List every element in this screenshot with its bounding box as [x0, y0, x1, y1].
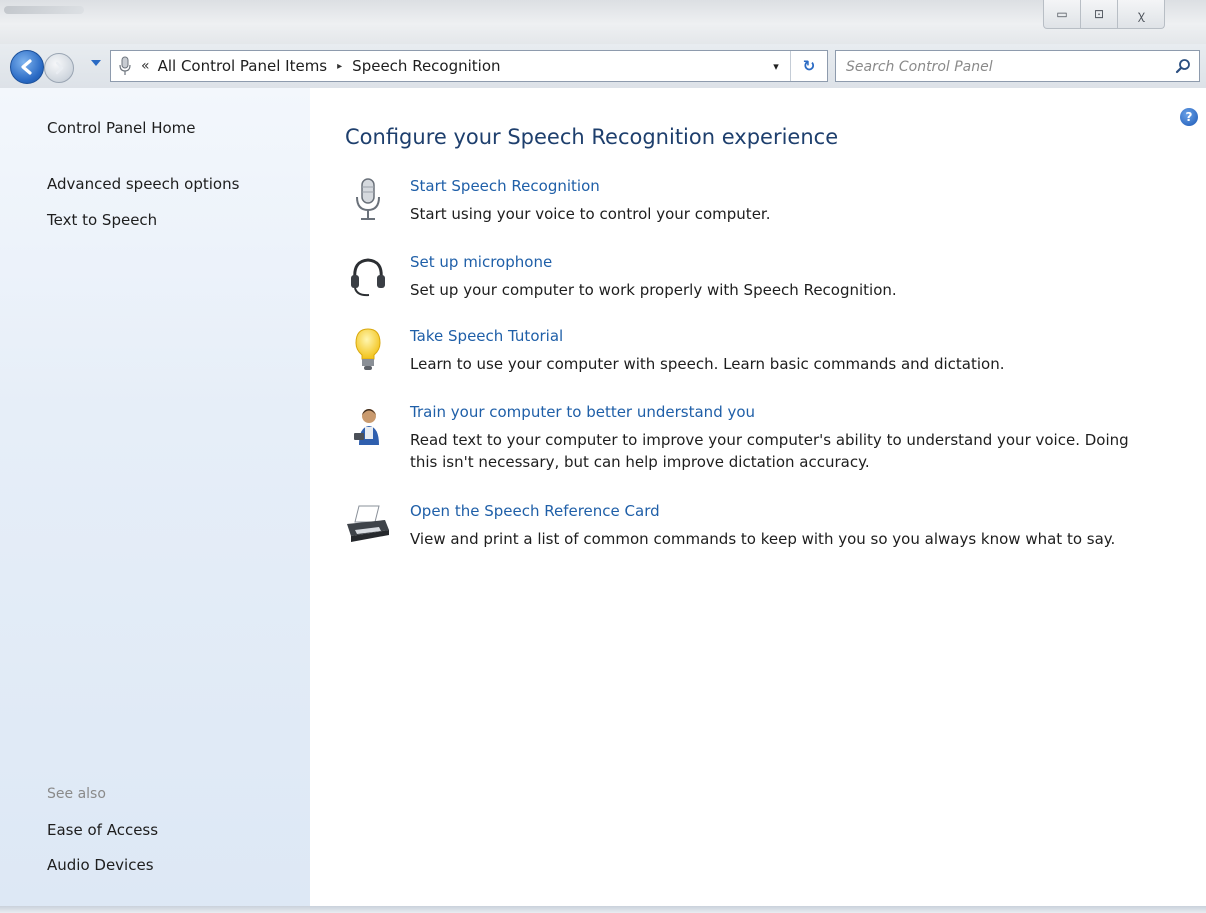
train-your-computer-link[interactable]: Train your computer to better understand…	[410, 403, 755, 421]
minimize-icon: ▭	[1056, 7, 1068, 21]
search-icon	[1175, 59, 1190, 74]
refresh-button[interactable]: ↻	[790, 51, 827, 81]
back-button[interactable]	[10, 50, 44, 84]
sidebar-link-text-to-speech[interactable]: Text to Speech	[47, 211, 157, 229]
recent-pages-dropdown[interactable]	[91, 58, 101, 68]
headset-icon	[345, 253, 391, 299]
address-dropdown-button[interactable]: ▾	[763, 51, 789, 81]
minimize-button[interactable]: ▭	[1043, 0, 1081, 29]
chevron-down-icon: ▾	[773, 59, 779, 73]
start-speech-recognition-link[interactable]: Start Speech Recognition	[410, 177, 600, 195]
open-speech-reference-card-link[interactable]: Open the Speech Reference Card	[410, 502, 660, 520]
sidebar-link-audio-devices[interactable]: Audio Devices	[47, 856, 154, 874]
window-bottom-border	[0, 906, 1206, 913]
help-icon: ?	[1185, 110, 1193, 124]
see-also-heading: See also	[47, 786, 106, 802]
task-description: Read text to your computer to improve yo…	[410, 431, 1129, 471]
search-box[interactable]	[835, 50, 1200, 82]
forward-arrow-icon	[55, 61, 64, 75]
microphone-icon	[111, 51, 139, 81]
sidebar-link-ease-of-access[interactable]: Ease of Access	[47, 821, 158, 839]
printer-icon	[345, 502, 391, 548]
breadcrumb-speech-recognition[interactable]: Speech Recognition	[352, 57, 500, 75]
search-button[interactable]	[1171, 55, 1195, 77]
maximize-button[interactable]: ⊡	[1080, 0, 1118, 29]
microphone-icon	[345, 177, 391, 223]
task-description: Learn to use your computer with speech. …	[410, 355, 1005, 373]
refresh-icon: ↻	[802, 57, 816, 75]
close-icon: ꭓ	[1137, 7, 1145, 22]
lightbulb-icon	[345, 327, 391, 373]
sidebar: Control Panel Home Advanced speech optio…	[0, 88, 310, 906]
task-description: Start using your voice to control your c…	[410, 205, 771, 223]
forward-button[interactable]	[44, 53, 74, 83]
page-title: Configure your Speech Recognition experi…	[345, 125, 839, 149]
back-arrow-icon	[21, 59, 32, 75]
task-description: View and print a list of common commands…	[410, 530, 1116, 548]
chevron-down-icon	[91, 60, 101, 66]
task-description: Set up your computer to work properly wi…	[410, 281, 897, 299]
search-input[interactable]	[844, 54, 1148, 80]
sidebar-link-control-panel-home[interactable]: Control Panel Home	[47, 119, 196, 137]
sidebar-link-advanced-speech-options[interactable]: Advanced speech options	[47, 175, 239, 193]
address-overflow-button[interactable]: «	[141, 58, 150, 74]
title-bar	[0, 0, 1206, 44]
help-button[interactable]: ?	[1180, 108, 1198, 126]
close-button[interactable]: ꭓ	[1117, 0, 1165, 29]
address-bar[interactable]: « All Control Panel Items ▸ Speech Recog…	[110, 50, 828, 82]
window-title-blur	[4, 6, 84, 14]
breadcrumb-all-control-panel-items[interactable]: All Control Panel Items	[158, 57, 328, 75]
maximize-icon: ⊡	[1093, 7, 1105, 21]
user-training-icon	[345, 403, 391, 449]
breadcrumb-separator-icon[interactable]: ▸	[337, 61, 342, 72]
take-speech-tutorial-link[interactable]: Take Speech Tutorial	[410, 327, 563, 345]
set-up-microphone-link[interactable]: Set up microphone	[410, 253, 552, 271]
